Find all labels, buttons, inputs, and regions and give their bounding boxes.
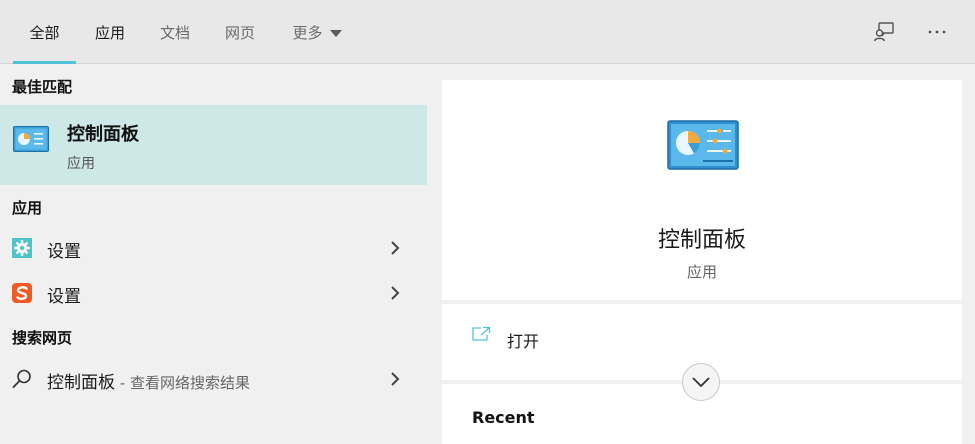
control-panel-icon <box>13 126 49 156</box>
preview-pane: 控制面板 应用 打开 Recent <box>427 64 975 444</box>
tab-all-label: 全部 <box>29 23 60 42</box>
tab-web[interactable]: 网页 <box>215 0 265 64</box>
best-match-subtitle: 应用 <box>67 156 95 172</box>
web-result-label: 控制面板 - 查看网络搜索结果 <box>47 368 250 393</box>
expand-button[interactable] <box>682 363 720 401</box>
search-icon <box>11 368 33 390</box>
open-label: 打开 <box>507 332 540 351</box>
tab-apps[interactable]: 应用 <box>85 0 135 64</box>
tab-more[interactable]: 更多 <box>282 0 352 64</box>
preview-app-type: 应用 <box>686 263 717 281</box>
tab-more-label: 更多 <box>292 23 323 42</box>
search-filter-bar: 全部 应用 文档 网页 更多 <box>0 0 975 64</box>
preview-app-name: 控制面板 <box>657 228 746 253</box>
recent-header: Recent <box>472 408 535 427</box>
app-result-label: 设置 <box>47 287 81 307</box>
web-search-result[interactable]: 控制面板 - 查看网络搜索结果 <box>0 357 427 401</box>
open-icon <box>471 326 491 346</box>
chevron-right-icon[interactable] <box>389 371 401 391</box>
caret-down-icon <box>329 29 342 37</box>
tab-web-label: 网页 <box>224 23 255 42</box>
tab-all[interactable]: 全部 <box>13 0 76 64</box>
best-match-header: 最佳匹配 <box>12 78 73 96</box>
app-result-settings[interactable]: 设置 <box>0 226 427 270</box>
web-result-hint: - 查看网络搜索结果 <box>115 374 250 392</box>
app-result-label: 设置 <box>47 242 81 262</box>
chevron-right-icon[interactable] <box>389 240 401 260</box>
app-result-settings-2[interactable]: 设置 <box>0 271 427 315</box>
results-list: 最佳匹配 控制面板 应用 应用 设置 设置 搜索网页 控制面板 - 查看网络搜索… <box>0 64 427 429</box>
web-result-query: 控制面板 <box>47 373 115 393</box>
chevron-down-icon <box>691 373 711 392</box>
best-match-result[interactable]: 控制面板 应用 <box>0 105 427 185</box>
web-search-header: 搜索网页 <box>12 329 73 347</box>
more-options-icon[interactable] <box>923 18 951 46</box>
tab-documents-label: 文档 <box>159 23 190 42</box>
preview-header-card: 控制面板 应用 <box>442 80 962 300</box>
settings-gear-icon <box>11 237 33 259</box>
tab-apps-label: 应用 <box>94 23 125 42</box>
best-match-title: 控制面板 <box>67 124 139 145</box>
chevron-right-icon[interactable] <box>389 285 401 305</box>
control-panel-icon <box>667 120 739 174</box>
feedback-icon[interactable] <box>870 18 898 46</box>
tab-documents[interactable]: 文档 <box>150 0 200 64</box>
sogou-icon <box>11 282 33 304</box>
apps-header: 应用 <box>12 199 43 217</box>
